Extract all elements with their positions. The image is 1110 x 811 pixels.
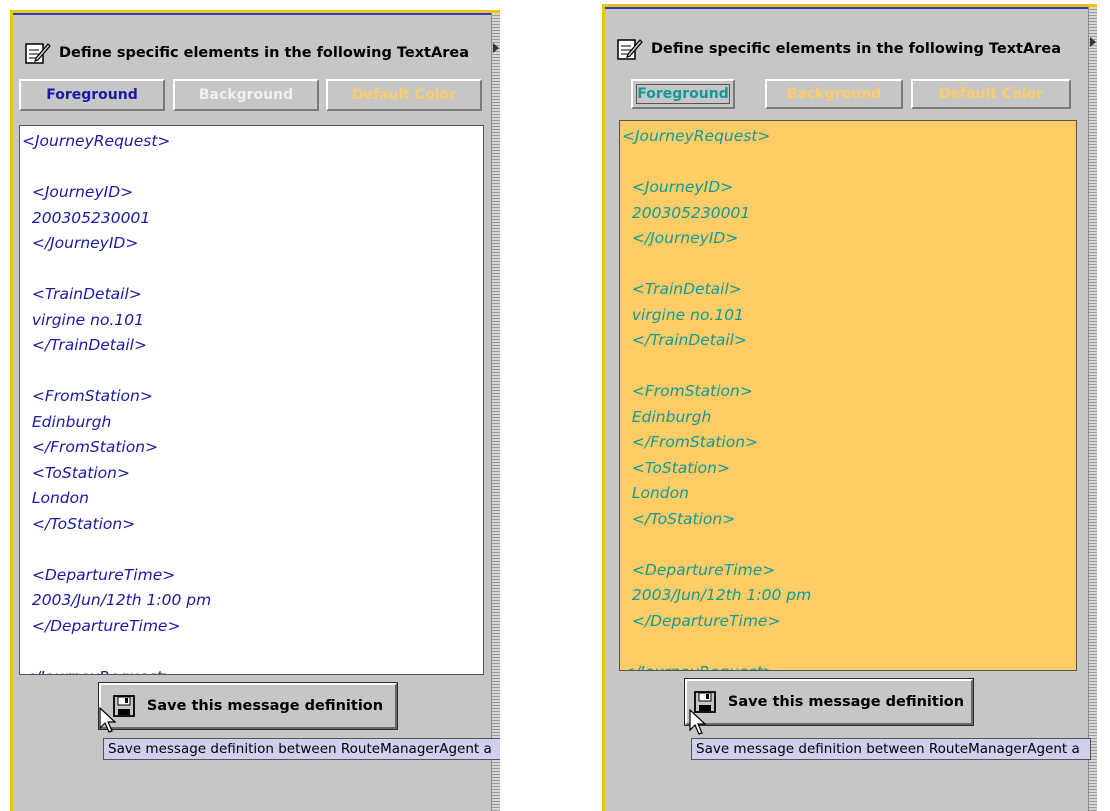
message-line: London [622,484,689,502]
message-line: <ToStation> [22,463,130,482]
message-line [22,639,483,665]
notepad-pencil-icon [617,39,643,60]
message-line: <DepartureTime> [22,565,176,584]
message-line: <TrainDetail> [22,285,142,303]
foreground-button[interactable]: Foreground [19,79,165,111]
split-pane-divider[interactable] [491,13,500,811]
message-line: <FromStation> [22,387,153,405]
mouse-pointer-icon [99,707,117,733]
message-line: <JourneyRequest> [22,132,171,150]
message-line [622,252,1076,278]
foreground-button[interactable]: Foreground [631,79,735,109]
split-pane-divider[interactable] [1088,7,1097,811]
left-panel: Define specific elements in the followin… [10,10,500,811]
message-line: <JourneyID> [622,178,734,196]
message-line: <TrainDetail> [622,280,742,298]
save-button-label: Save this message definition [727,694,965,710]
message-line: 2003/Jun/12th 1:00 pm [22,591,212,609]
mouse-pointer-icon [689,709,707,735]
save-message-button[interactable]: Save this message definition [98,682,398,730]
section-header: Define specific elements in the followin… [25,39,469,67]
collapse-arrow-icon[interactable] [1090,37,1096,47]
message-line: 200305230001 [622,203,751,222]
message-textarea[interactable]: <JourneyRequest> <JourneyID> 20030523000… [619,120,1077,671]
message-line [22,155,483,181]
message-line: virgine no.101 [22,310,144,329]
notepad-pencil-icon [25,43,51,64]
default-color-button[interactable]: Default Color [911,79,1071,109]
message-textarea[interactable]: <JourneyRequest> <JourneyID> 20030523000… [19,125,484,675]
message-line: <FromStation> [622,382,753,400]
tooltip: Save message definition between RouteMan… [691,738,1091,760]
message-line [622,532,1076,558]
message-line [22,537,483,563]
message-line: 200305230001 [22,208,151,227]
section-header-label: Define specific elements in the followin… [59,45,469,61]
message-line: 2003/Jun/12th 1:00 pm [622,586,812,604]
default-color-button[interactable]: Default Color [326,79,482,111]
message-line [22,359,483,385]
message-line: </JourneyID> [22,234,139,252]
message-line: </JourneyID> [622,229,739,247]
message-line: Edinburgh [22,412,112,431]
message-line: </ToStation> [22,514,136,533]
right-panel: Define specific elements in the followin… [602,4,1097,811]
message-line [622,354,1076,380]
tooltip: Save message definition between RouteMan… [103,738,500,760]
message-line: <JourneyID> [22,183,134,201]
message-line: <ToStation> [622,458,730,477]
message-line: </DepartureTime> [22,616,181,635]
message-line: </ToStation> [622,509,736,528]
save-button-label: Save this message definition [146,698,384,714]
message-line [622,150,1076,176]
background-button[interactable]: Background [765,79,903,109]
message-line: Edinburgh [622,407,712,426]
section-header: Define specific elements in the followin… [617,35,1061,63]
message-line: </TrainDetail> [622,331,747,349]
message-line: </DepartureTime> [622,611,781,630]
section-header-label: Define specific elements in the followin… [651,41,1061,57]
collapse-arrow-icon[interactable] [493,43,499,53]
message-line: </TrainDetail> [22,336,147,354]
message-line: </JourneyRequest> [622,660,1076,671]
message-line: <DepartureTime> [622,560,776,579]
panel-top-line [605,7,1090,9]
message-line: </FromStation> [22,438,159,456]
background-button[interactable]: Background [173,79,319,111]
message-line: </JourneyRequest> [22,665,483,675]
message-line: </FromStation> [622,433,759,451]
panel-top-line [13,13,493,15]
message-line: London [22,489,89,507]
message-line: <JourneyRequest> [622,127,771,145]
message-line [622,634,1076,660]
save-message-button[interactable]: Save this message definition [684,678,974,726]
message-line [22,257,483,283]
message-line: virgine no.101 [622,305,744,324]
